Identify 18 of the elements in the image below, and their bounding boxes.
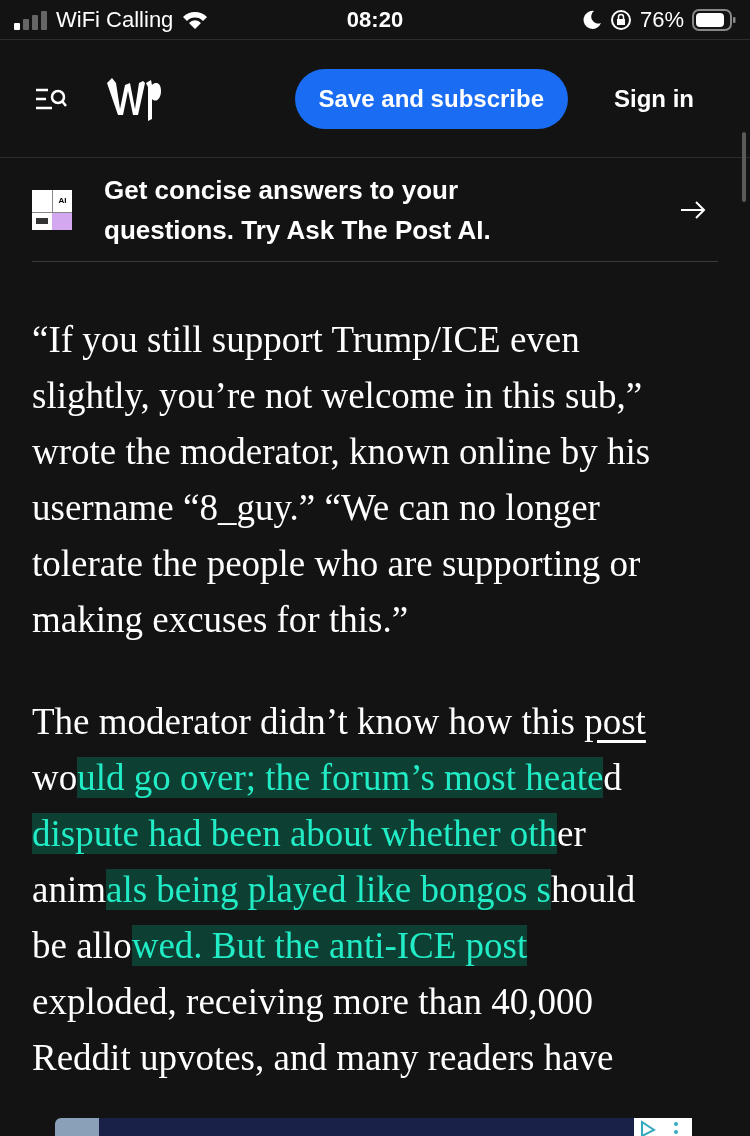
battery-percent: 76% xyxy=(639,6,684,34)
arrow-right-icon[interactable] xyxy=(680,199,706,220)
subscribe-button[interactable]: Save and subscribe xyxy=(294,68,568,129)
ai-banner-text[interactable]: Get concise answers to your questions. Try Ask The Post AI. xyxy=(104,169,584,250)
article-link[interactable]: post xyxy=(584,701,646,742)
carrier-label: WiFi Calling xyxy=(56,6,174,34)
scrollbar xyxy=(742,132,746,202)
ad-choices-icon[interactable] xyxy=(634,1118,692,1136)
sign-in-link[interactable]: Sign in xyxy=(614,80,694,117)
signal-icon xyxy=(14,9,48,30)
article-paragraph: The moderator didn’t know how this post would go over; the forum’s most heated dispute had been about whether other animals being played like bongos should be allowed. But the anti-ICE post exploded, receiving more than 40,000 Reddit upvotes, and many readers have xyxy=(32,700,647,1080)
clock: 08:20 xyxy=(345,6,405,34)
moon-icon xyxy=(581,9,602,30)
ad-thumbnail[interactable] xyxy=(55,1118,99,1136)
wifi-icon xyxy=(181,9,210,30)
article-paragraph: “If you still support Trump/ICE even slightly, you’re not welcome in this sub,” wrote the moderator, known online by his username “8_guy.” “We can no longer tolerate the people who are supporting or making excuses for this.” xyxy=(32,318,652,642)
battery-icon xyxy=(692,7,736,32)
rotation-lock-icon xyxy=(609,8,632,31)
